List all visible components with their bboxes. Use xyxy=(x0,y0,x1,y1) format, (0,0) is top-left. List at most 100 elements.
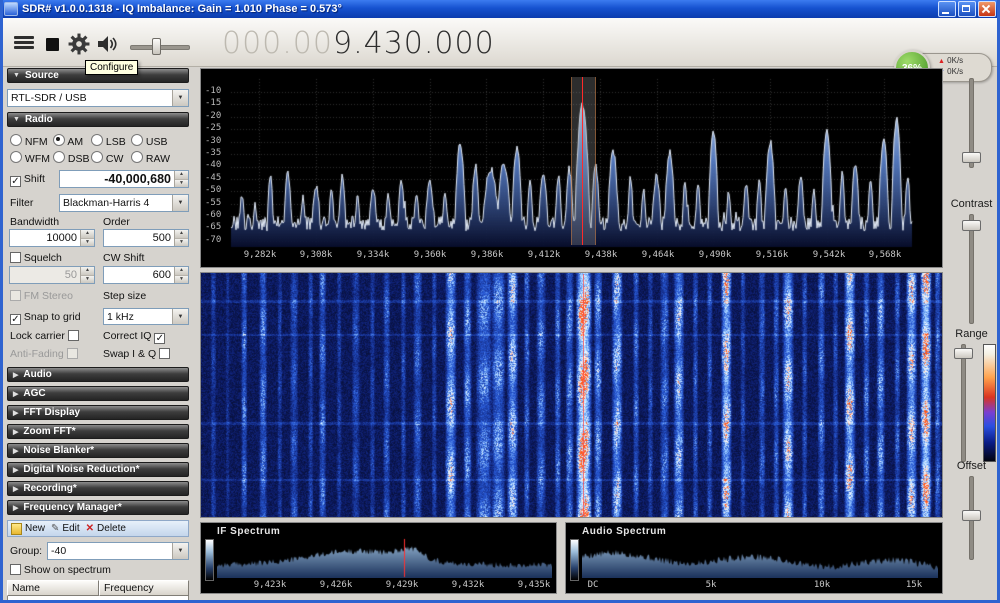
shift-value[interactable]: -40,000,680 xyxy=(60,171,174,187)
tuning-bandwidth-band[interactable] xyxy=(571,77,596,245)
checkbox-icon: ✓ xyxy=(154,333,165,344)
anti-fading-label: Anti-Fading xyxy=(10,348,64,360)
db-axis-label: -50 xyxy=(205,185,231,195)
shift-checkbox[interactable]: ✓ Shift xyxy=(10,173,45,187)
mode-radio-lsb[interactable]: LSB xyxy=(91,134,126,148)
minimize-button[interactable] xyxy=(938,1,956,17)
squelch-checkbox[interactable]: Squelch xyxy=(10,252,62,264)
window-title: SDR# v1.0.0.1318 - IQ Imbalance: Gain = … xyxy=(22,3,938,15)
bandwidth-spinner[interactable]: 10000 ▲▼ xyxy=(9,229,95,247)
tuning-line[interactable] xyxy=(582,77,583,245)
order-spinner[interactable]: 500 ▲▼ xyxy=(103,229,189,247)
db-axis-label: -15 xyxy=(205,98,231,108)
menu-button[interactable] xyxy=(14,36,34,50)
checkbox-icon xyxy=(159,348,170,359)
edit-entry-button[interactable]: ✎Edit xyxy=(51,523,80,534)
step-size-value: 1 kHz xyxy=(104,311,172,323)
source-device-dropdown[interactable]: RTL-SDR / USB ▼ xyxy=(7,89,189,107)
db-axis-label: -40 xyxy=(205,160,231,170)
mode-radio-wfm[interactable]: WFM xyxy=(10,151,50,165)
contrast-slider-thumb[interactable] xyxy=(962,220,981,231)
chevron-down-icon: ▼ xyxy=(172,543,188,559)
spin-down-icon[interactable]: ▼ xyxy=(175,180,188,188)
spin-down-icon: ▼ xyxy=(81,276,94,284)
show-on-spectrum-label: Show on spectrum xyxy=(24,564,111,576)
column-header-name[interactable]: Name xyxy=(7,580,99,596)
checkbox-icon xyxy=(67,348,78,359)
waterfall-canvas[interactable] xyxy=(201,273,942,517)
new-entry-button[interactable]: New xyxy=(11,523,45,535)
spin-down-icon[interactable]: ▼ xyxy=(175,239,188,247)
fm-stereo-label: FM Stereo xyxy=(24,290,73,302)
pencil-icon: ✎ xyxy=(51,523,59,534)
db-axis-label: -35 xyxy=(205,148,231,158)
mode-label: RAW xyxy=(146,153,170,165)
range-slider-thumb[interactable] xyxy=(954,348,973,359)
correct-iq-checkbox[interactable]: Correct IQ ✓ xyxy=(103,330,165,344)
column-header-frequency[interactable]: Frequency xyxy=(99,580,189,596)
filter-dropdown[interactable]: Blackman-Harris 4 ▼ xyxy=(59,194,189,212)
bandwidth-value[interactable]: 10000 xyxy=(10,231,80,245)
shift-spinner[interactable]: -40,000,680 ▲▼ xyxy=(59,170,189,188)
maximize-button[interactable] xyxy=(958,1,976,17)
spin-down-icon[interactable]: ▼ xyxy=(175,276,188,284)
chevron-right-icon: ▶ xyxy=(13,390,18,398)
panel-header-dnr[interactable]: ▶Digital Noise Reduction* xyxy=(7,462,189,477)
volume-slider-thumb[interactable] xyxy=(152,38,161,55)
range-slider-track[interactable] xyxy=(961,344,966,462)
waterfall-panel[interactable] xyxy=(200,272,943,518)
spin-up-icon[interactable]: ▲ xyxy=(81,230,94,239)
spin-up-icon[interactable]: ▲ xyxy=(175,267,188,276)
mode-radio-usb[interactable]: USB xyxy=(131,134,168,148)
close-button[interactable] xyxy=(978,1,996,17)
frequency-list[interactable] xyxy=(7,596,189,602)
zoom-slider-thumb[interactable] xyxy=(962,152,981,163)
mode-radio-nfm[interactable]: NFM xyxy=(10,134,48,148)
snap-to-grid-checkbox[interactable]: ✓ Snap to grid xyxy=(10,311,81,325)
db-axis-label: -55 xyxy=(205,198,231,208)
audio-spectrum-title: Audio Spectrum xyxy=(582,526,666,537)
delete-entry-button[interactable]: ✕Delete xyxy=(86,523,126,534)
cw-shift-spinner[interactable]: 600 ▲▼ xyxy=(103,266,189,284)
freq-axis-label: 9,412k xyxy=(522,250,566,260)
contrast-label: Contrast xyxy=(945,198,998,210)
volume-button[interactable] xyxy=(96,33,118,55)
offset-label: Offset xyxy=(945,460,998,472)
freq-axis-label: 9,516k xyxy=(750,250,794,260)
panel-header-fft-display[interactable]: ▶FFT Display xyxy=(7,405,189,420)
mode-radio-am[interactable]: AM xyxy=(53,134,83,148)
frequency-display[interactable]: 000.009.430.000 xyxy=(222,26,495,61)
cw-shift-value[interactable]: 600 xyxy=(104,268,174,282)
step-size-dropdown[interactable]: 1 kHz ▼ xyxy=(103,308,189,325)
step-size-label: Step size xyxy=(103,290,146,302)
mode-radio-raw[interactable]: RAW xyxy=(131,151,170,165)
mode-radio-cw[interactable]: CW xyxy=(91,151,123,165)
swap-iq-checkbox[interactable]: Swap I & Q xyxy=(103,348,170,360)
spin-down-icon[interactable]: ▼ xyxy=(81,239,94,247)
db-axis-label: -60 xyxy=(205,210,231,220)
spin-up-icon[interactable]: ▲ xyxy=(175,171,188,180)
audio-freq-label: 5k xyxy=(696,580,726,590)
panel-header-agc[interactable]: ▶AGC xyxy=(7,386,189,401)
order-value[interactable]: 500 xyxy=(104,231,174,245)
configure-button[interactable] xyxy=(68,33,90,55)
offset-slider-thumb[interactable] xyxy=(962,510,981,521)
mode-radio-dsb[interactable]: DSB xyxy=(53,151,90,165)
spin-up-icon[interactable]: ▲ xyxy=(175,230,188,239)
panel-header-recording[interactable]: ▶Recording* xyxy=(7,481,189,496)
stop-button[interactable] xyxy=(46,38,59,51)
panel-header-noise-blanker[interactable]: ▶Noise Blanker* xyxy=(7,443,189,458)
upload-arrow-icon: ▲ xyxy=(938,58,945,65)
panel-header-frequency-manager[interactable]: ▶Frequency Manager* xyxy=(7,500,189,515)
spectrum-panel[interactable]: -10 -15 -20 -25 -30 -35 -40 -45 -50 -55 … xyxy=(200,68,943,268)
lock-carrier-checkbox[interactable]: Lock carrier xyxy=(10,330,79,342)
snap-label: Snap to grid xyxy=(24,311,81,323)
panel-header-audio[interactable]: ▶Audio xyxy=(7,367,189,382)
audio-spectrum-panel: Audio Spectrum DC 5k 10k 15k xyxy=(565,522,943,594)
panel-header-radio[interactable]: ▼ Radio xyxy=(7,112,189,127)
group-dropdown[interactable]: -40 ▼ xyxy=(47,542,189,560)
speaker-icon xyxy=(96,33,118,55)
waterfall-tuning-line xyxy=(583,274,584,516)
panel-header-zoom-fft[interactable]: ▶Zoom FFT* xyxy=(7,424,189,439)
show-on-spectrum-checkbox[interactable]: Show on spectrum xyxy=(10,564,111,576)
